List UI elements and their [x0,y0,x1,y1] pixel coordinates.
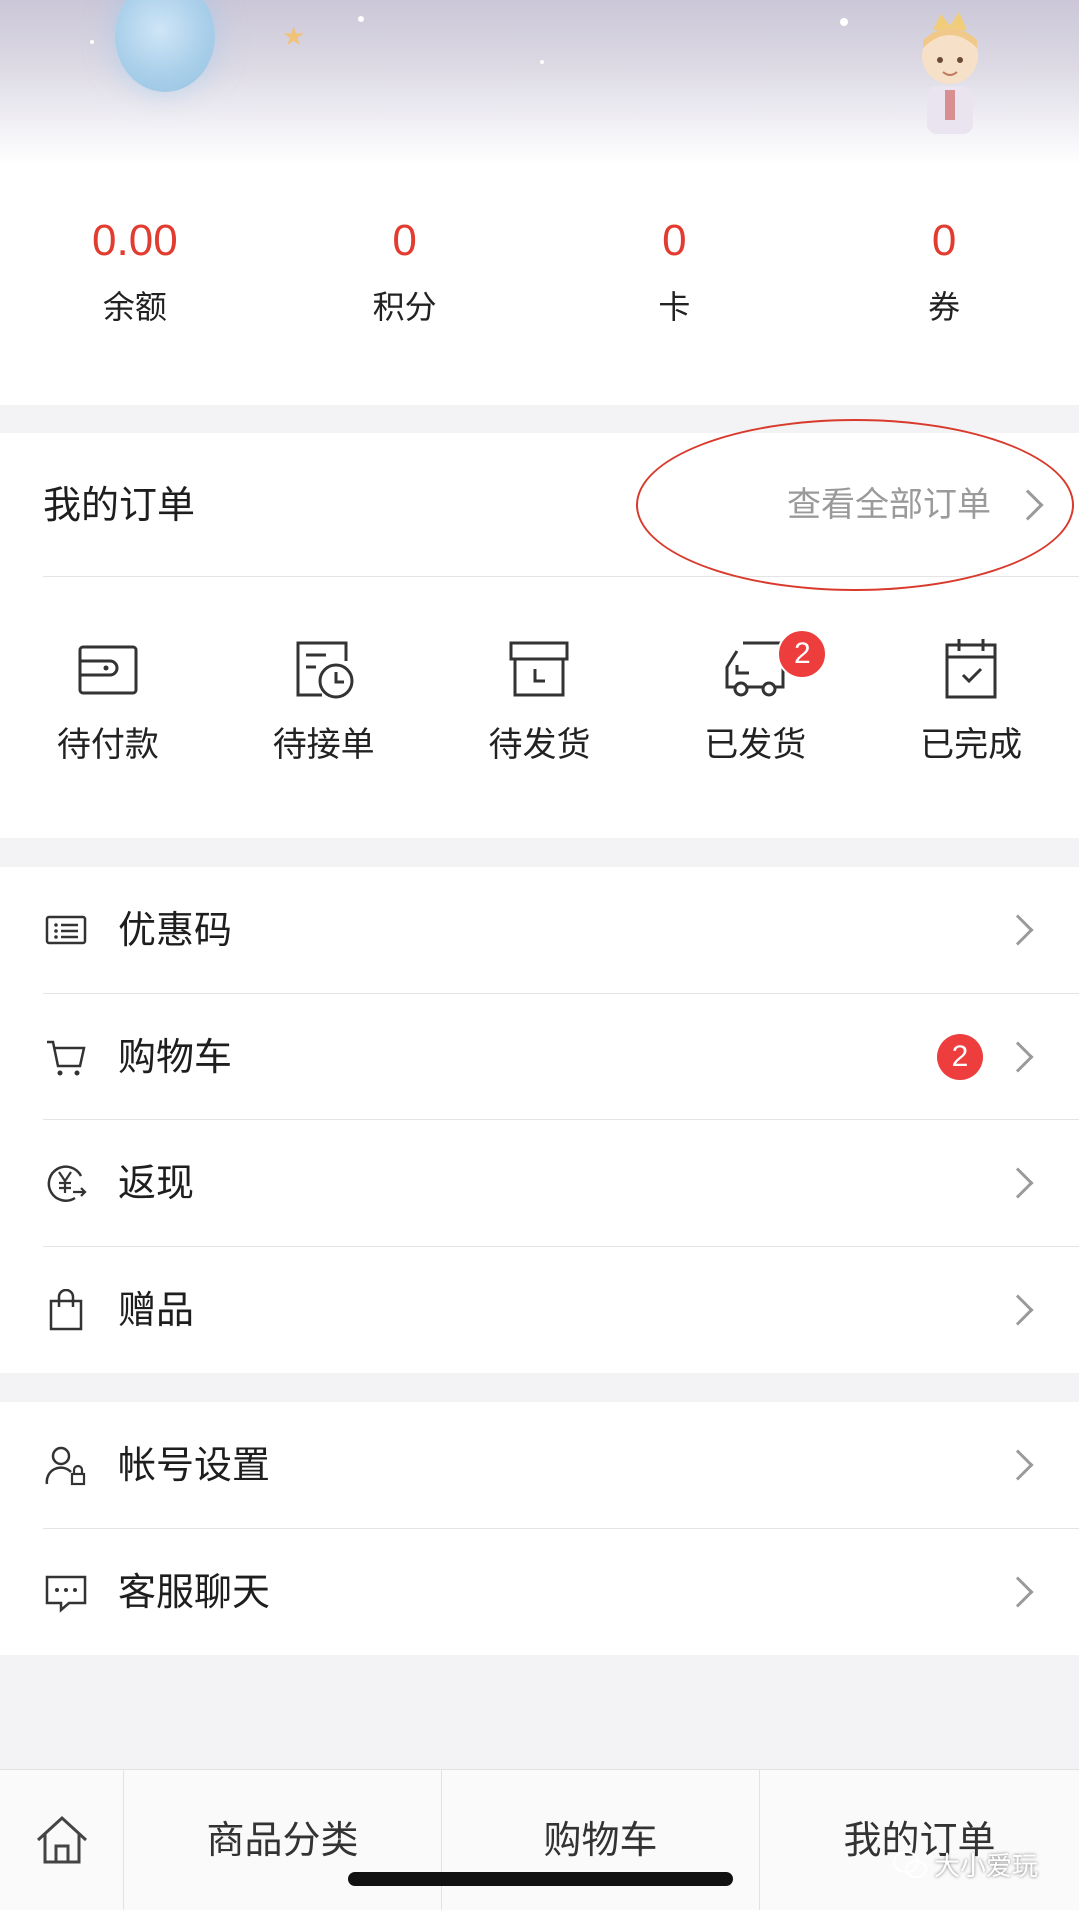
star-decoration [840,18,848,26]
order-status-pending-payment[interactable]: 待付款 [0,577,216,838]
stat-label: 券 [928,288,961,326]
order-status-completed[interactable]: 已完成 [863,577,1079,838]
wallet-icon [78,645,138,695]
stat-value: 0.00 [92,216,178,265]
menu-item-account-settings[interactable]: 帐号设置 [0,1402,1079,1529]
box-icon [509,641,569,697]
home-indicator [348,1872,733,1886]
user-lock-icon [45,1447,86,1486]
tab-my-orders[interactable]: 我的订单 [760,1770,1079,1910]
stat-coupons[interactable]: 0 券 [809,165,1079,405]
order-status-label: 待付款 [56,725,159,765]
stat-value: 0 [392,216,417,265]
menu-group-account: 帐号设置 客服聊天 [0,1402,1079,1655]
order-status-pending-ship[interactable]: 待发货 [432,577,648,838]
orders-header: 我的订单 查看全部订单 [43,433,1079,577]
gift-bag-icon [49,1288,83,1330]
cart-count-badge: 2 [937,1033,983,1080]
menu-item-cart[interactable]: 购物车 2 [0,994,1079,1120]
star-decoration [90,40,94,44]
tab-categories[interactable]: 商品分类 [124,1770,442,1910]
menu-item-promo-code[interactable]: 优惠码 [0,867,1079,994]
view-all-orders-link[interactable]: 查看全部订单 [787,483,1044,527]
chevron-right-icon [1012,489,1044,521]
order-status-label: 已发货 [704,725,807,765]
order-status-label: 已完成 [920,725,1023,765]
little-prince-illustration [922,12,978,134]
chevron-right-icon [1002,1167,1034,1199]
my-orders-card: 我的订单 查看全部订单 待付款 待接单 待发货 2 已发货 已完成 [0,419,1079,838]
menu-item-label: 赠品 [118,1287,195,1332]
home-icon [36,1815,87,1864]
yuan-cashback-icon [47,1165,87,1203]
bottom-tab-bar: 商品分类 购物车 我的订单 [0,1769,1079,1910]
chevron-right-icon [1002,1294,1034,1326]
menu-item-label: 客服聊天 [118,1569,271,1614]
stat-points[interactable]: 0 积分 [270,165,540,405]
menu-item-gifts[interactable]: 赠品 [0,1247,1079,1374]
stat-cards[interactable]: 0 卡 [540,165,810,405]
account-stats: 0.00 余额 0 积分 0 卡 0 券 [0,165,1079,405]
watermark-text: 大小爱玩 [934,1852,1039,1882]
menu-item-cashback[interactable]: 返现 [0,1120,1079,1247]
wechat-icon [893,1850,927,1878]
menu-item-label: 购物车 [118,1034,233,1079]
menu-group-shopping: 优惠码 购物车 2 返现 赠品 [0,867,1079,1373]
menu-item-label: 优惠码 [118,908,233,953]
coupon-list-icon [45,916,87,945]
tab-home[interactable] [0,1770,124,1910]
chevron-right-icon [1002,1449,1034,1481]
order-status-pending-accept[interactable]: 待接单 [216,577,432,838]
order-status-row: 待付款 待接单 待发货 2 已发货 已完成 [0,577,1079,838]
order-status-shipped[interactable]: 2 已发货 [647,577,863,838]
chevron-right-icon [1002,1576,1034,1608]
chevron-right-icon [1002,914,1034,946]
orders-title: 我的订单 [43,483,196,527]
chat-icon [45,1575,87,1613]
stat-value: 0 [662,216,687,265]
tab-cart[interactable]: 购物车 [442,1770,760,1910]
shipped-count-badge: 2 [777,629,828,679]
stat-label: 积分 [372,288,437,326]
menu-item-label: 返现 [118,1161,195,1206]
menu-item-label: 帐号设置 [118,1443,271,1488]
watermark: 大小爱玩 [892,1846,1038,1883]
order-status-label: 待接单 [272,725,375,765]
stat-balance[interactable]: 0.00 余额 [0,165,270,405]
menu-item-customer-service[interactable]: 客服聊天 [0,1529,1079,1656]
stat-value: 0 [931,216,957,265]
star-decoration [358,16,364,22]
stat-label: 卡 [658,288,691,326]
calendar-check-icon [945,639,997,699]
profile-banner: ★ [0,0,1079,165]
star-decoration: ★ [282,22,306,52]
clock-document-icon [296,641,354,699]
moon-illustration [115,0,215,92]
order-status-label: 待发货 [488,725,591,765]
chevron-right-icon [1002,1041,1034,1073]
cart-icon [47,1040,86,1076]
stat-label: 余额 [102,288,167,326]
star-decoration [540,60,544,64]
view-all-label: 查看全部订单 [787,485,991,525]
